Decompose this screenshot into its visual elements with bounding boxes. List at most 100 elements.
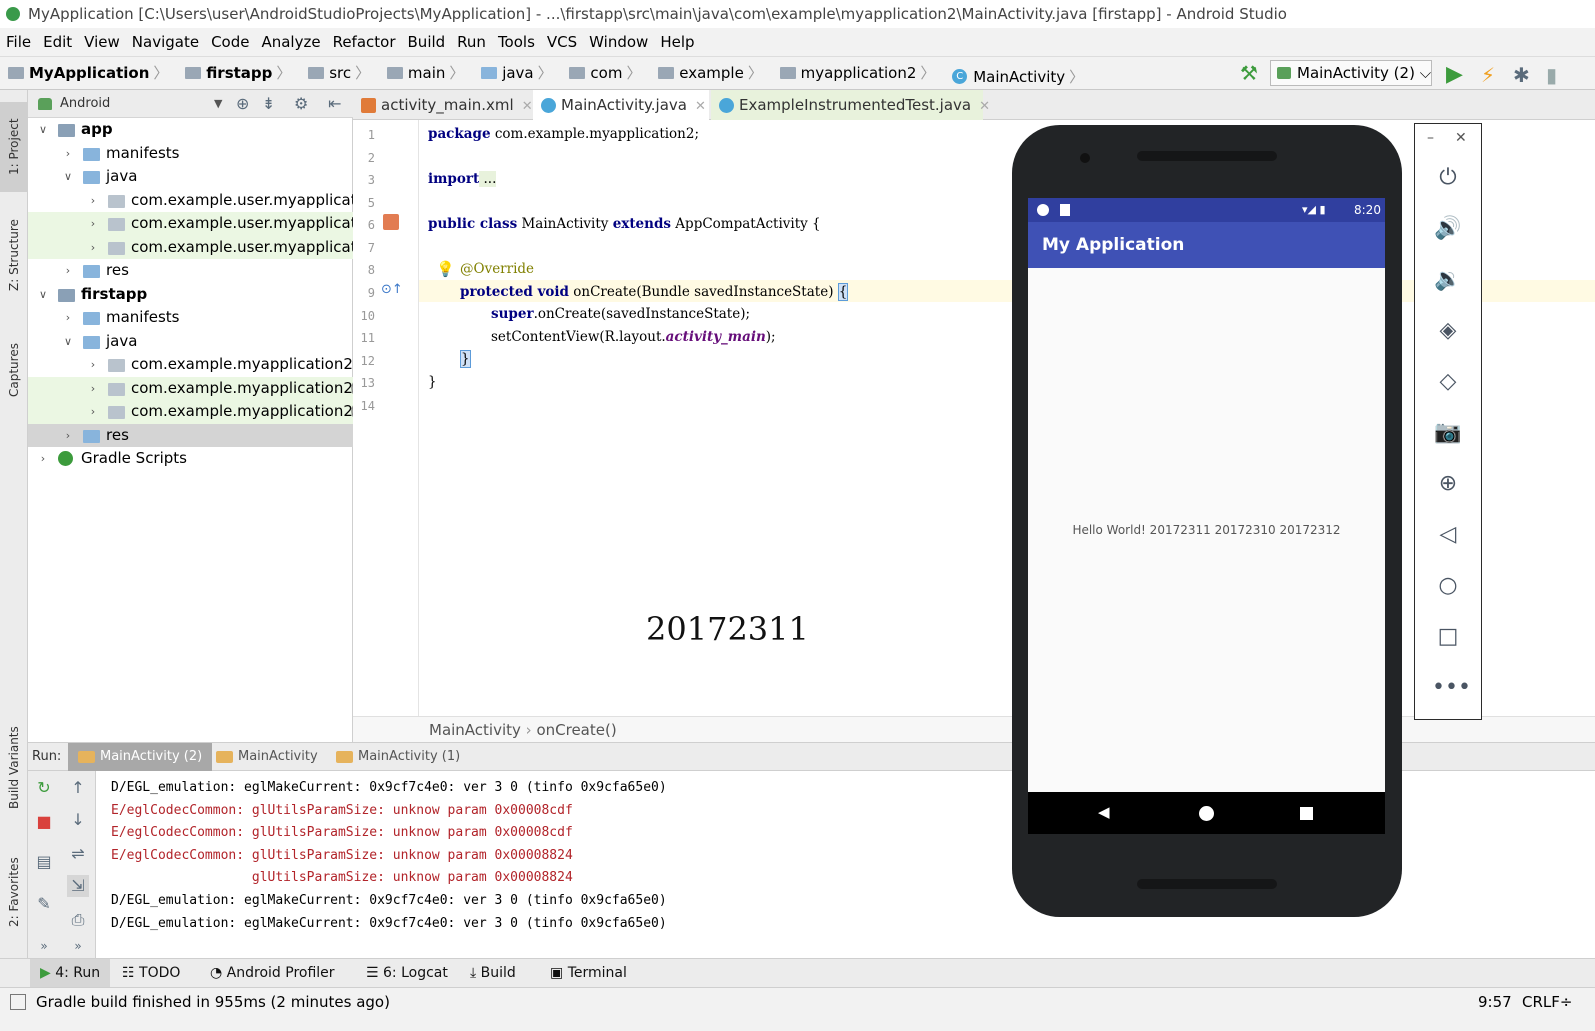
menu-code[interactable]: Code <box>205 28 255 56</box>
close-icon[interactable]: ✕ <box>979 99 990 114</box>
more-icon[interactable]: » <box>33 935 55 957</box>
chevron-down-icon[interactable]: ∨ <box>36 283 50 307</box>
tab-structure[interactable]: Z: Structure <box>0 208 28 303</box>
chevron-right-icon[interactable]: › <box>61 142 75 166</box>
bottom-tab-run[interactable]: ▶ 4: Run <box>30 959 111 987</box>
crumb-mainactivity[interactable]: C MainActivity 〉 <box>944 61 1084 93</box>
tab-activity-main-xml[interactable]: activity_main.xml ✕ <box>353 90 533 120</box>
crumb-main[interactable]: main 〉 <box>379 57 464 89</box>
chevron-right-icon[interactable]: › <box>86 377 100 401</box>
pin-icon[interactable]: ✎ <box>33 893 55 915</box>
tree-item[interactable]: › com.example.myapplication2 <box>28 353 353 377</box>
tree-item[interactable]: › com.example.user.myapplicatio <box>28 212 353 236</box>
tree-item[interactable]: › manifests <box>28 306 353 330</box>
code-line-3[interactable]: import ... <box>428 171 497 187</box>
zoom-icon[interactable]: ⊕ <box>1432 468 1464 500</box>
build-hammer-icon[interactable]: ⚒ <box>1240 61 1258 85</box>
back-icon[interactable]: ◁ <box>1432 519 1464 551</box>
chevron-right-icon[interactable]: › <box>61 306 75 330</box>
project-view-selector[interactable]: Android <box>60 96 110 111</box>
apply-changes-icon[interactable]: ⚡ <box>1481 59 1495 91</box>
rerun-icon[interactable]: ↻ <box>33 777 55 799</box>
up-arrow-icon[interactable]: ↑ <box>67 777 89 799</box>
rotate-left-icon[interactable]: ◈ <box>1432 315 1464 347</box>
crumb-myapplication2[interactable]: myapplication2 〉 <box>772 57 935 89</box>
tree-item[interactable]: ∨ java <box>28 165 353 189</box>
chevron-right-icon[interactable]: › <box>86 400 100 424</box>
tab-exampleinstrumentedtest-java[interactable]: ExampleInstrumentedTest.java ✕ <box>711 90 990 120</box>
close-icon[interactable]: ✕ <box>1455 130 1467 146</box>
tree-item[interactable]: ∨ java <box>28 330 353 354</box>
tab-captures[interactable]: Captures <box>0 330 28 410</box>
menu-analyze[interactable]: Analyze <box>255 28 326 56</box>
menu-edit[interactable]: Edit <box>37 28 78 56</box>
scroll-to-end-icon[interactable]: ⇲ <box>67 875 89 897</box>
chevron-right-icon[interactable]: › <box>86 236 100 260</box>
crumb-src[interactable]: src 〉 <box>300 57 370 89</box>
code-line-9[interactable]: protected void onCreate(Bundle savedInst… <box>460 283 849 301</box>
bottom-tab-todo[interactable]: ☷ TODO <box>122 959 180 987</box>
menu-refactor[interactable]: Refactor <box>327 28 402 56</box>
overview-icon[interactable]: □ <box>1432 621 1464 653</box>
code-line-6[interactable]: public class MainActivity extends AppCom… <box>428 216 821 232</box>
chevron-right-icon[interactable]: › <box>36 447 50 471</box>
code-line-8[interactable]: @Override <box>460 261 534 277</box>
layout-icon[interactable]: ▤ <box>33 851 55 873</box>
home-icon[interactable] <box>1199 806 1214 821</box>
locate-icon[interactable]: ⊕ <box>236 90 249 118</box>
crumb-module[interactable]: firstapp 〉 <box>177 57 291 89</box>
tree-item[interactable]: › manifests <box>28 142 353 166</box>
tree-item[interactable]: ∨ firstapp <box>28 283 353 307</box>
chevron-right-icon[interactable]: › <box>61 424 75 448</box>
menu-file[interactable]: File <box>0 28 37 56</box>
down-arrow-icon[interactable]: ↓ <box>67 809 89 831</box>
run-tab-mainactivity-1[interactable]: MainActivity (1) <box>326 743 470 771</box>
close-icon[interactable]: ✕ <box>695 99 706 114</box>
code-line-13[interactable]: } <box>428 374 437 390</box>
volume-down-icon[interactable]: 🔉 <box>1432 264 1464 296</box>
stop-icon[interactable]: ■ <box>33 811 55 833</box>
back-icon[interactable]: ◀ <box>1098 803 1110 821</box>
crumb-example[interactable]: example 〉 <box>650 57 763 89</box>
tree-item[interactable]: ∨ app <box>28 118 353 142</box>
more-options-icon[interactable]: ••• <box>1432 672 1471 704</box>
profile-icon[interactable]: ▮ <box>1546 59 1557 91</box>
crumb-java[interactable]: java 〉 <box>473 57 553 89</box>
emulator-screen[interactable]: ▾◢ ▮ 8:20 My Application Hello World! 20… <box>1028 198 1385 834</box>
menu-run[interactable]: Run <box>451 28 492 56</box>
close-icon[interactable]: ✕ <box>522 99 533 114</box>
menu-tools[interactable]: Tools <box>492 28 541 56</box>
tree-item[interactable]: › res <box>28 423 353 448</box>
chevron-right-icon[interactable]: › <box>61 259 75 283</box>
tool-window-toggle-icon[interactable] <box>10 994 26 1010</box>
tree-item[interactable]: › com.example.user.myapplicatio <box>28 189 353 213</box>
tab-mainactivity-java[interactable]: MainActivity.java ✕ <box>533 90 709 120</box>
print-icon[interactable]: ⎙ <box>67 909 89 931</box>
run-play-icon[interactable]: ▶ <box>1446 59 1463 91</box>
code-line-1[interactable]: package com.example.myapplication2; <box>428 126 699 142</box>
override-marker-icon[interactable]: ⊙↑ <box>381 282 403 297</box>
run-tab-mainactivity[interactable]: MainActivity <box>206 743 328 771</box>
tab-project[interactable]: 1: Project <box>0 102 28 192</box>
more-icon[interactable]: » <box>67 935 89 957</box>
menu-window[interactable]: Window <box>583 28 654 56</box>
bottom-tab-profiler[interactable]: ◔ Android Profiler <box>210 959 335 987</box>
home-icon[interactable]: ○ <box>1432 570 1464 602</box>
tree-item[interactable]: ›com.example.myapplication2(a <box>28 376 353 401</box>
code-line-11[interactable]: setContentView(R.layout.activity_main); <box>491 329 776 345</box>
soft-wrap-icon[interactable]: ⇌ <box>67 843 89 865</box>
run-config-dropdown[interactable]: MainActivity (2) ⌵ <box>1270 60 1432 86</box>
collapse-all-icon[interactable]: ⇟ <box>262 90 275 118</box>
power-icon[interactable]: ⏻ <box>1432 162 1464 194</box>
tree-item[interactable]: ›com.example.myapplication2(t <box>28 400 353 424</box>
status-message[interactable]: Gradle build finished in 955ms (2 minute… <box>36 988 390 1016</box>
chevron-down-icon[interactable]: ▼ <box>214 90 222 118</box>
code-line-12[interactable]: } <box>460 350 471 368</box>
bottom-tab-terminal[interactable]: ▣ Terminal <box>550 959 627 987</box>
menu-view[interactable]: View <box>78 28 126 56</box>
recents-icon[interactable] <box>1300 807 1313 820</box>
lightbulb-icon[interactable]: 💡 <box>436 260 455 278</box>
tree-item[interactable]: › res <box>28 259 353 283</box>
breadcrumb-class[interactable]: MainActivity <box>429 721 521 739</box>
bottom-tab-build[interactable]: ⤓ Build <box>470 959 516 987</box>
